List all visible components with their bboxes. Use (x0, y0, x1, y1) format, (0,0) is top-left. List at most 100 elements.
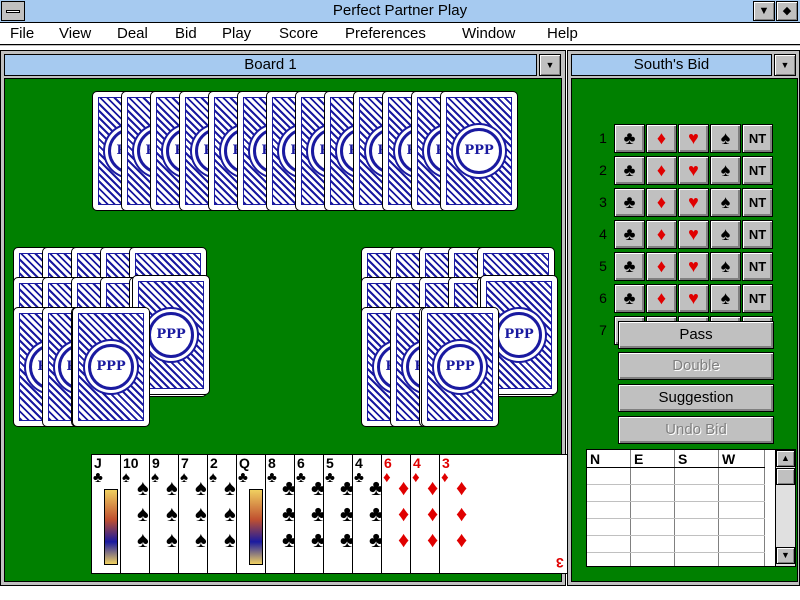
bid-4-diamonds-button[interactable]: ♦ (646, 220, 677, 249)
card-back-logo: PPP (496, 312, 542, 358)
west-card-back: PPP (72, 307, 150, 427)
bid-6-spades-button[interactable]: ♠ (710, 284, 741, 313)
card-rank: Q (239, 455, 250, 471)
card-pip-icon: ♠ (137, 527, 149, 552)
suggestion-button[interactable]: Suggestion (618, 384, 774, 412)
auction-header-e: E (634, 451, 644, 467)
bid-3-spades-button[interactable]: ♠ (710, 188, 741, 217)
bid-5-clubs-button[interactable]: ♣ (614, 252, 645, 281)
card-pip-icon: ♦ (456, 527, 468, 552)
bid-1-hearts-button[interactable]: ♥ (678, 124, 709, 153)
bid-6-hearts-button[interactable]: ♥ (678, 284, 709, 313)
card-suit-icon: ♣ (238, 469, 248, 486)
bid-2-notrump-button[interactable]: NT (742, 156, 773, 185)
scroll-up-icon[interactable]: ▲ (776, 450, 795, 467)
card-suit-icon: ♦ (383, 469, 391, 486)
board-window: Board 1 ▼ PPPPPPPPPPPPPPPPPPPPPPPPPPPPPP… (0, 50, 569, 586)
scroll-down-icon[interactable]: ▼ (776, 547, 795, 564)
scroll-thumb[interactable] (776, 468, 795, 485)
bid-level-label: 4 (599, 226, 607, 242)
bid-6-clubs-button[interactable]: ♣ (614, 284, 645, 313)
north-card-back: PPP (440, 91, 518, 211)
card-rank-corner: 3 (556, 555, 564, 571)
board-window-title: Board 1 (4, 54, 537, 76)
double-button[interactable]: Double (618, 352, 774, 380)
card-pip-icon: ♠ (166, 501, 178, 526)
bid-6-diamonds-button[interactable]: ♦ (646, 284, 677, 313)
bid-3-notrump-button[interactable]: NT (742, 188, 773, 217)
pass-button[interactable]: Pass (618, 321, 774, 349)
card-pip-icon: ♦ (456, 475, 468, 500)
bid-2-hearts-button[interactable]: ♥ (678, 156, 709, 185)
menu-preferences[interactable]: Preferences (345, 25, 426, 42)
minimize-button[interactable]: ▼ (753, 1, 775, 21)
card-rank: J (94, 455, 102, 471)
card-rank: 9 (152, 455, 160, 471)
bid-1-diamonds-button[interactable]: ♦ (646, 124, 677, 153)
card-pip-icon: ♠ (224, 527, 236, 552)
bid-1-clubs-button[interactable]: ♣ (614, 124, 645, 153)
bid-level-label: 2 (599, 162, 607, 178)
bid-window-dropdown-icon[interactable]: ▼ (774, 54, 796, 76)
card-rank: 4 (413, 455, 421, 471)
court-card-art (104, 489, 118, 565)
undo-bid-button[interactable]: Undo Bid (618, 416, 774, 444)
title-bar: Perfect Partner Play ▼ ◆ (0, 0, 800, 23)
card-suit-icon: ♣ (325, 469, 335, 486)
bid-4-clubs-button[interactable]: ♣ (614, 220, 645, 249)
menu-play[interactable]: Play (222, 25, 251, 42)
bid-2-clubs-button[interactable]: ♣ (614, 156, 645, 185)
menu-score[interactable]: Score (279, 25, 318, 42)
bid-level-label: 5 (599, 258, 607, 274)
menu-window[interactable]: Window (462, 25, 515, 42)
south-card[interactable]: 3 ♦ ♦ ♦ ♦ 3 (439, 454, 569, 574)
card-back-logo: PPP (148, 312, 194, 358)
auction-header-s: S (678, 451, 688, 467)
card-pip-icon: ♦ (398, 501, 410, 526)
bid-1-spades-button[interactable]: ♠ (710, 124, 741, 153)
bid-level-label: 3 (599, 194, 607, 210)
bid-1-notrump-button[interactable]: NT (742, 124, 773, 153)
bid-2-diamonds-button[interactable]: ♦ (646, 156, 677, 185)
bid-5-notrump-button[interactable]: NT (742, 252, 773, 281)
card-pip-icon: ♠ (195, 501, 207, 526)
bid-5-hearts-button[interactable]: ♥ (678, 252, 709, 281)
board-window-dropdown-icon[interactable]: ▼ (539, 54, 561, 76)
bid-4-hearts-button[interactable]: ♥ (678, 220, 709, 249)
card-pip-icon: ♠ (224, 501, 236, 526)
card-suit-icon: ♦ (441, 469, 449, 486)
bid-window-title: South's Bid (571, 54, 772, 76)
bid-2-spades-button[interactable]: ♠ (710, 156, 741, 185)
menu-file[interactable]: File (10, 25, 34, 42)
card-pip-icon: ♠ (137, 501, 149, 526)
bid-6-notrump-button[interactable]: NT (742, 284, 773, 313)
restore-button[interactable]: ◆ (776, 1, 798, 21)
card-back-logo: PPP (456, 128, 502, 174)
bid-3-diamonds-button[interactable]: ♦ (646, 188, 677, 217)
bid-3-hearts-button[interactable]: ♥ (678, 188, 709, 217)
bid-5-spades-button[interactable]: ♠ (710, 252, 741, 281)
card-suit-icon: ♠ (180, 469, 188, 486)
bid-3-clubs-button[interactable]: ♣ (614, 188, 645, 217)
auction-scrollbar[interactable]: ▲ ▼ (775, 450, 795, 566)
card-pip-icon: ♠ (166, 475, 178, 500)
menu-view[interactable]: View (59, 25, 91, 42)
card-suit-icon: ♦ (412, 469, 420, 486)
card-suit-icon: ♣ (267, 469, 277, 486)
menu-bid[interactable]: Bid (175, 25, 197, 42)
menu-help[interactable]: Help (547, 25, 578, 42)
menu-deal[interactable]: Deal (117, 25, 148, 42)
card-rank: 10 (123, 455, 139, 471)
bid-4-spades-button[interactable]: ♠ (710, 220, 741, 249)
auction-table: N E S W ▲ ▼ (586, 449, 796, 567)
card-pip-icon: ♠ (166, 527, 178, 552)
bid-4-notrump-button[interactable]: NT (742, 220, 773, 249)
card-pip-icon: ♠ (195, 527, 207, 552)
bid-level-label: 7 (599, 322, 607, 338)
card-suit-icon: ♣ (354, 469, 364, 486)
card-pip-icon: ♦ (427, 501, 439, 526)
bid-5-diamonds-button[interactable]: ♦ (646, 252, 677, 281)
card-back-logo: PPP (88, 344, 134, 390)
card-pip-icon: ♦ (427, 527, 439, 552)
card-rank: 7 (181, 455, 189, 471)
